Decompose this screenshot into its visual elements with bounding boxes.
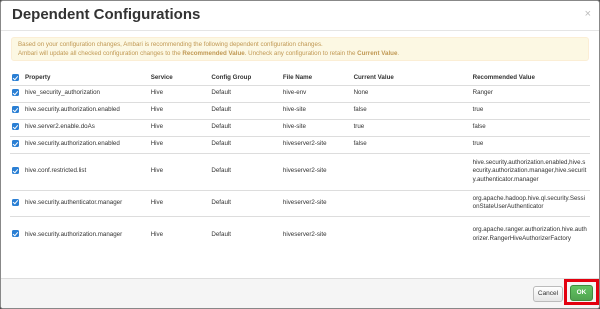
cell-file-name: hiveserver2-site bbox=[280, 135, 352, 153]
cell-current-value: false bbox=[351, 135, 471, 153]
header-recommended-value: Recommended Value bbox=[470, 71, 590, 86]
alert-current-value-emphasis: Current Value bbox=[357, 50, 398, 57]
cell-property: hive.security.authorization.manager bbox=[22, 215, 149, 253]
row-checkbox-cell bbox=[10, 135, 23, 153]
config-changes-table: Property Service Config Group File Name … bbox=[10, 71, 590, 253]
row-checkbox[interactable] bbox=[12, 123, 19, 131]
cell-file-name: hive-site bbox=[280, 118, 352, 136]
header-file-name: File Name bbox=[280, 71, 352, 86]
dialog-title: Dependent Configurations bbox=[12, 6, 201, 23]
alert-text: . Uncheck any configuration to retain th… bbox=[244, 50, 358, 57]
table-row: hive.conf.restricted.list Hive Default h… bbox=[10, 152, 590, 190]
row-checkbox-cell bbox=[10, 101, 23, 119]
cell-service: Hive bbox=[148, 118, 210, 136]
row-checkbox[interactable] bbox=[12, 89, 19, 97]
cell-property: hive.security.authorization.enabled bbox=[22, 101, 149, 119]
alert-text: . bbox=[397, 50, 400, 57]
table-header-row: Property Service Config Group File Name … bbox=[10, 71, 590, 86]
row-checkbox[interactable] bbox=[12, 230, 19, 238]
cell-current-value bbox=[351, 189, 471, 216]
row-checkbox[interactable] bbox=[12, 167, 19, 175]
row-checkbox-cell bbox=[10, 152, 23, 190]
cell-config-group: Default bbox=[209, 189, 281, 216]
info-alert: Based on your configuration changes, Amb… bbox=[11, 37, 589, 61]
cell-current-value bbox=[351, 215, 471, 253]
table-row: hive.security.authorization.enabled Hive… bbox=[10, 101, 590, 119]
row-checkbox-cell bbox=[10, 189, 23, 216]
cell-service: Hive bbox=[148, 135, 210, 153]
table-row: hive.security.authorization.enabled Hive… bbox=[10, 135, 590, 153]
cell-file-name: hive-site bbox=[280, 101, 352, 119]
cell-recommended-value: Ranger bbox=[470, 84, 590, 102]
header-checkbox-cell bbox=[10, 71, 23, 86]
table-row: hive.security.authenticator.manager Hive… bbox=[10, 189, 590, 216]
cell-recommended-value: true bbox=[470, 101, 590, 119]
cell-current-value: None bbox=[351, 84, 471, 102]
cell-config-group: Default bbox=[209, 215, 281, 253]
dependent-configurations-dialog: Dependent Configurations × Based on your… bbox=[0, 0, 600, 309]
cell-config-group: Default bbox=[209, 101, 281, 119]
cell-config-group: Default bbox=[209, 152, 281, 190]
cell-recommended-value: hive.security.authorization.enabled,hive… bbox=[470, 152, 590, 190]
cell-recommended-value: true bbox=[470, 135, 590, 153]
alert-line-1: Based on your configuration changes, Amb… bbox=[18, 41, 323, 48]
alert-recommended-value-emphasis: Recommended Value bbox=[182, 50, 245, 57]
cell-file-name: hive-env bbox=[280, 84, 352, 102]
select-all-checkbox[interactable] bbox=[12, 74, 19, 82]
alert-text: Ambari will update all checked configura… bbox=[18, 50, 183, 57]
cell-recommended-value: org.apache.ranger.authorization.hive.aut… bbox=[470, 215, 590, 253]
table-row: hive_security_authorization Hive Default… bbox=[10, 84, 590, 102]
cell-service: Hive bbox=[148, 189, 210, 216]
row-checkbox[interactable] bbox=[12, 140, 19, 148]
cell-service: Hive bbox=[148, 215, 210, 253]
alert-line-2: Ambari will update all checked configura… bbox=[18, 49, 582, 58]
cell-service: Hive bbox=[148, 84, 210, 102]
row-checkbox[interactable] bbox=[12, 106, 19, 114]
row-checkbox-cell bbox=[10, 215, 23, 253]
cell-config-group: Default bbox=[209, 135, 281, 153]
cell-current-value bbox=[351, 152, 471, 190]
table-row: hive.security.authorization.manager Hive… bbox=[10, 215, 590, 253]
cell-file-name: hiveserver2-site bbox=[280, 215, 352, 253]
table-row: hive.server2.enable.doAs Hive Default hi… bbox=[10, 118, 590, 136]
row-checkbox-cell bbox=[10, 118, 23, 136]
ok-button[interactable]: OK bbox=[570, 285, 593, 301]
header-current-value: Current Value bbox=[351, 71, 471, 86]
cell-property: hive.server2.enable.doAs bbox=[22, 118, 149, 136]
cell-current-value: false bbox=[351, 101, 471, 119]
header-config-group: Config Group bbox=[209, 71, 281, 86]
cell-property: hive.security.authenticator.manager bbox=[22, 189, 149, 216]
cell-config-group: Default bbox=[209, 118, 281, 136]
cell-property: hive.conf.restricted.list bbox=[22, 152, 149, 190]
cell-file-name: hiveserver2-site bbox=[280, 152, 352, 190]
header-service: Service bbox=[148, 71, 210, 86]
cell-config-group: Default bbox=[209, 84, 281, 102]
row-checkbox-cell bbox=[10, 84, 23, 102]
cell-property: hive_security_authorization bbox=[22, 84, 149, 102]
row-checkbox[interactable] bbox=[12, 198, 19, 206]
dialog-header: Dependent Configurations × bbox=[1, 1, 599, 31]
cell-property: hive.security.authorization.enabled bbox=[22, 135, 149, 153]
cell-recommended-value: false bbox=[470, 118, 590, 136]
cell-service: Hive bbox=[148, 101, 210, 119]
header-property: Property bbox=[22, 71, 149, 86]
cancel-button[interactable]: Cancel bbox=[533, 286, 563, 302]
cell-recommended-value: org.apache.hadoop.hive.ql.security.Sessi… bbox=[470, 189, 590, 216]
cell-service: Hive bbox=[148, 152, 210, 190]
cell-file-name: hiveserver2-site bbox=[280, 189, 352, 216]
cell-current-value: true bbox=[351, 118, 471, 136]
dialog-footer bbox=[1, 278, 599, 308]
close-icon[interactable]: × bbox=[585, 8, 591, 20]
